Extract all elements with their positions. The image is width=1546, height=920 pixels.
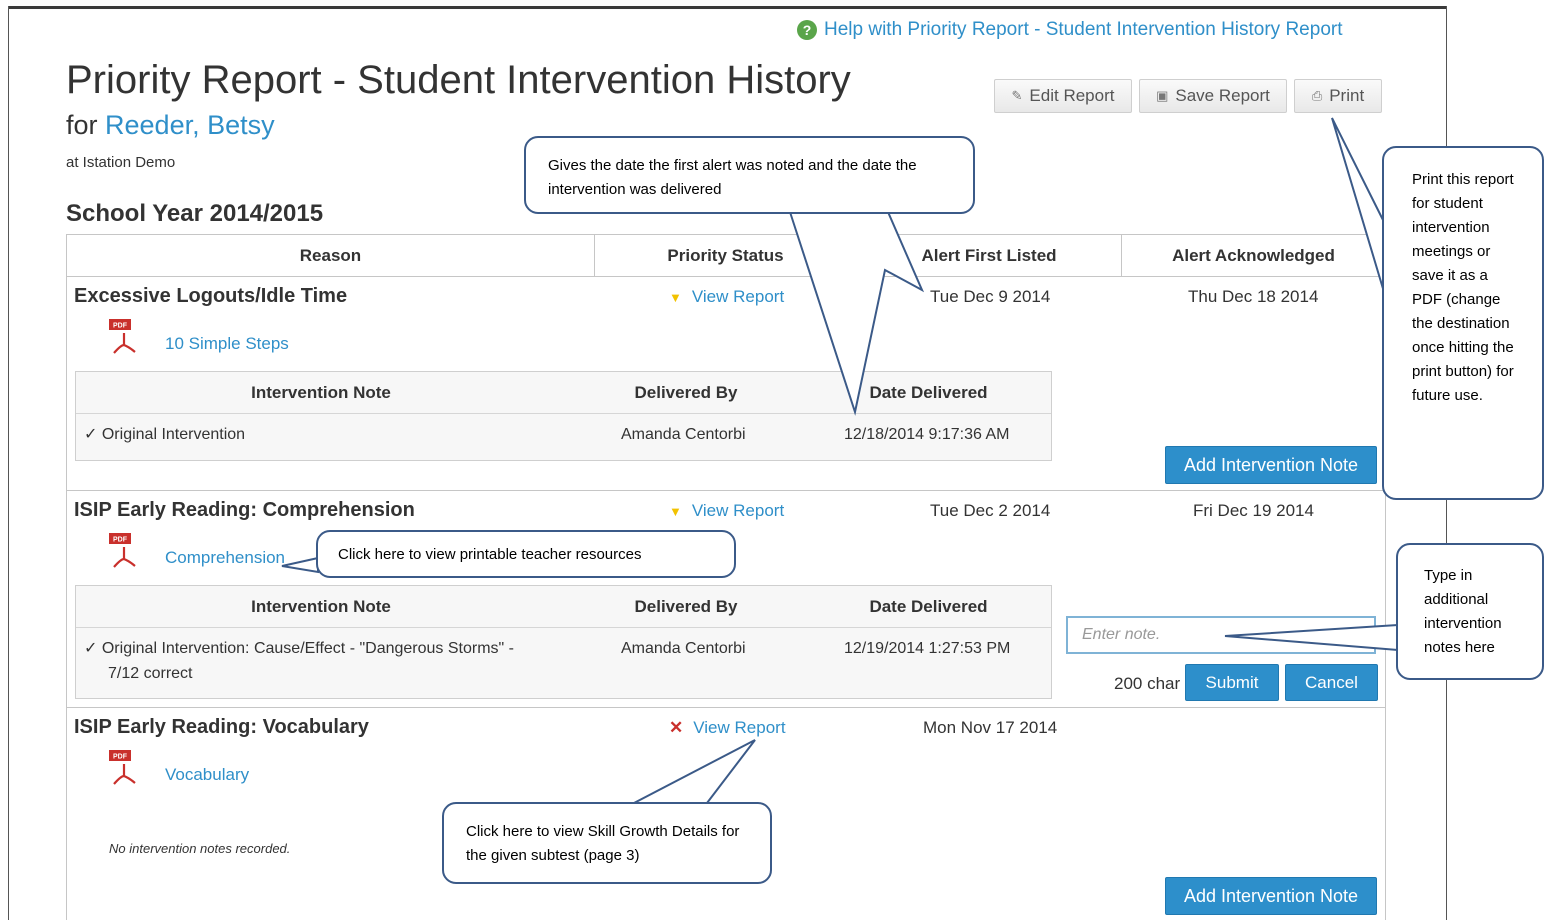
student-name-link[interactable]: Reeder, Betsy [105,110,275,140]
header-intervention-note: Intervention Note [251,383,391,402]
view-report-link[interactable]: View Report [693,718,785,738]
down-triangle-icon: ▼ [669,503,682,519]
help-icon: ? [797,20,817,40]
intervention-notes-table-row-2: Intervention Note Delivered By Date Deli… [75,585,1052,699]
resource-link-row-3[interactable]: Vocabulary [165,765,249,785]
note-text-line-2: 7/12 correct [108,665,193,682]
pdf-icon[interactable]: PDF [109,750,139,788]
header-alert-acknowledged: Alert Acknowledged [1172,245,1335,265]
alert-first-listed-row-1: Tue Dec 9 2014 [930,287,1051,306]
student-line: for Reeder, Betsy [66,110,275,141]
alert-first-listed-row-3: Mon Nov 17 2014 [923,718,1058,737]
pdf-icon[interactable]: PDF [109,533,139,571]
notes-header: Intervention Note Delivered By Date Deli… [76,586,1051,628]
notes-header: Intervention Note Delivered By Date Deli… [76,372,1051,414]
printer-icon: ⎙ [1311,88,1323,103]
intervention-notes-table-row-1: Intervention Note Delivered By Date Deli… [75,371,1052,461]
add-intervention-note-button[interactable]: Add Intervention Note [1165,877,1377,915]
svg-text:PDF: PDF [113,537,128,544]
note-text-line-1: Original Intervention: Cause/Effect - "D… [101,640,514,657]
save-report-button[interactable]: ▣ Save Report [1139,79,1287,113]
window-left-border [8,6,9,920]
note-text: ✓ Original Intervention: Cause/Effect - … [84,636,514,686]
check-icon: ✓ [84,426,98,443]
window-top-border [8,6,1446,9]
note-date-delivered: 12/18/2014 9:17:36 AM [844,426,1010,443]
header-date-delivered: Date Delivered [869,597,988,616]
view-report-link[interactable]: View Report [692,287,784,307]
header-intervention-note: Intervention Note [251,597,391,616]
x-icon: ✕ [669,718,684,737]
row-divider [67,707,1385,708]
resource-link-row-2[interactable]: Comprehension [165,548,285,568]
alert-first-listed-row-2: Tue Dec 2 2014 [930,501,1051,520]
reason-row-3: ISIP Early Reading: Vocabulary [74,716,369,738]
reason-row-1: Excessive Logouts/Idle Time [74,285,348,307]
save-report-label: Save Report [1175,86,1270,105]
table-header-row: Reason Priority Status Alert First Liste… [67,235,1385,277]
note-date-delivered: 12/19/2014 1:27:53 PM [844,640,1011,657]
note-text-label: Original Intervention [101,426,246,443]
alert-acknowledged-row-1: Thu Dec 18 2014 [1188,287,1319,306]
callout-resources: Click here to view printable teacher res… [316,530,736,578]
note-delivered-by: Amanda Centorbi [621,640,746,657]
school-name: at Istation Demo [66,154,176,171]
save-icon: ▣ [1156,88,1169,103]
check-icon: ✓ [84,640,98,657]
header-delivered-by: Delivered By [634,383,738,402]
char-count: 200 char [1114,674,1181,693]
svg-text:PDF: PDF [113,754,128,761]
print-button[interactable]: ⎙ Print [1294,79,1382,113]
no-notes-message: No intervention notes recorded. [109,841,291,856]
callout-notes: Type in additional intervention notes he… [1396,543,1544,680]
submit-button[interactable]: Submit [1185,664,1279,701]
edit-report-button[interactable]: ✎ Edit Report [994,79,1132,113]
resource-link-row-1[interactable]: 10 Simple Steps [165,334,289,354]
for-prefix: for [66,110,98,140]
note-input-placeholder: Enter note. [1082,626,1161,643]
svg-text:PDF: PDF [113,323,128,330]
priority-status-row-3: ✕ View Report [669,718,786,738]
row-divider [67,490,1385,491]
callout-skill-growth: Click here to view Skill Growth Details … [442,802,772,884]
add-intervention-note-button[interactable]: Add Intervention Note [1165,446,1377,484]
callout-dates: Gives the date the first alert was noted… [524,136,975,214]
header-reason: Reason [67,235,595,276]
edit-report-label: Edit Report [1029,86,1115,105]
cancel-button[interactable]: Cancel [1285,664,1378,701]
note-text: ✓ Original Intervention [84,422,245,447]
header-date-delivered: Date Delivered [869,383,988,402]
alert-acknowledged-row-2: Fri Dec 19 2014 [1193,501,1314,520]
header-alert-first-listed: Alert First Listed [857,235,1122,276]
page-title: Priority Report - Student Intervention H… [66,58,851,102]
header-priority-status: Priority Status [595,235,857,276]
down-triangle-icon: ▼ [669,289,682,305]
help-link-label[interactable]: Help with Priority Report - Student Inte… [824,19,1343,41]
header-delivered-by: Delivered By [634,597,738,616]
intervention-note-input[interactable]: Enter note. [1066,616,1376,654]
note-delivered-by: Amanda Centorbi [621,426,746,443]
school-year-heading: School Year 2014/2015 [66,200,324,227]
priority-status-row-2: ▼ View Report [669,501,784,521]
view-report-link[interactable]: View Report [692,501,784,521]
reason-row-2: ISIP Early Reading: Comprehension [74,499,415,521]
priority-status-row-1: ▼ View Report [669,287,784,307]
help-link[interactable]: ? Help with Priority Report - Student In… [797,19,1343,41]
callout-print: Print this report for student interventi… [1382,146,1544,500]
print-label: Print [1329,86,1365,105]
pencil-icon: ✎ [1011,88,1023,103]
pdf-icon[interactable]: PDF [109,319,139,357]
